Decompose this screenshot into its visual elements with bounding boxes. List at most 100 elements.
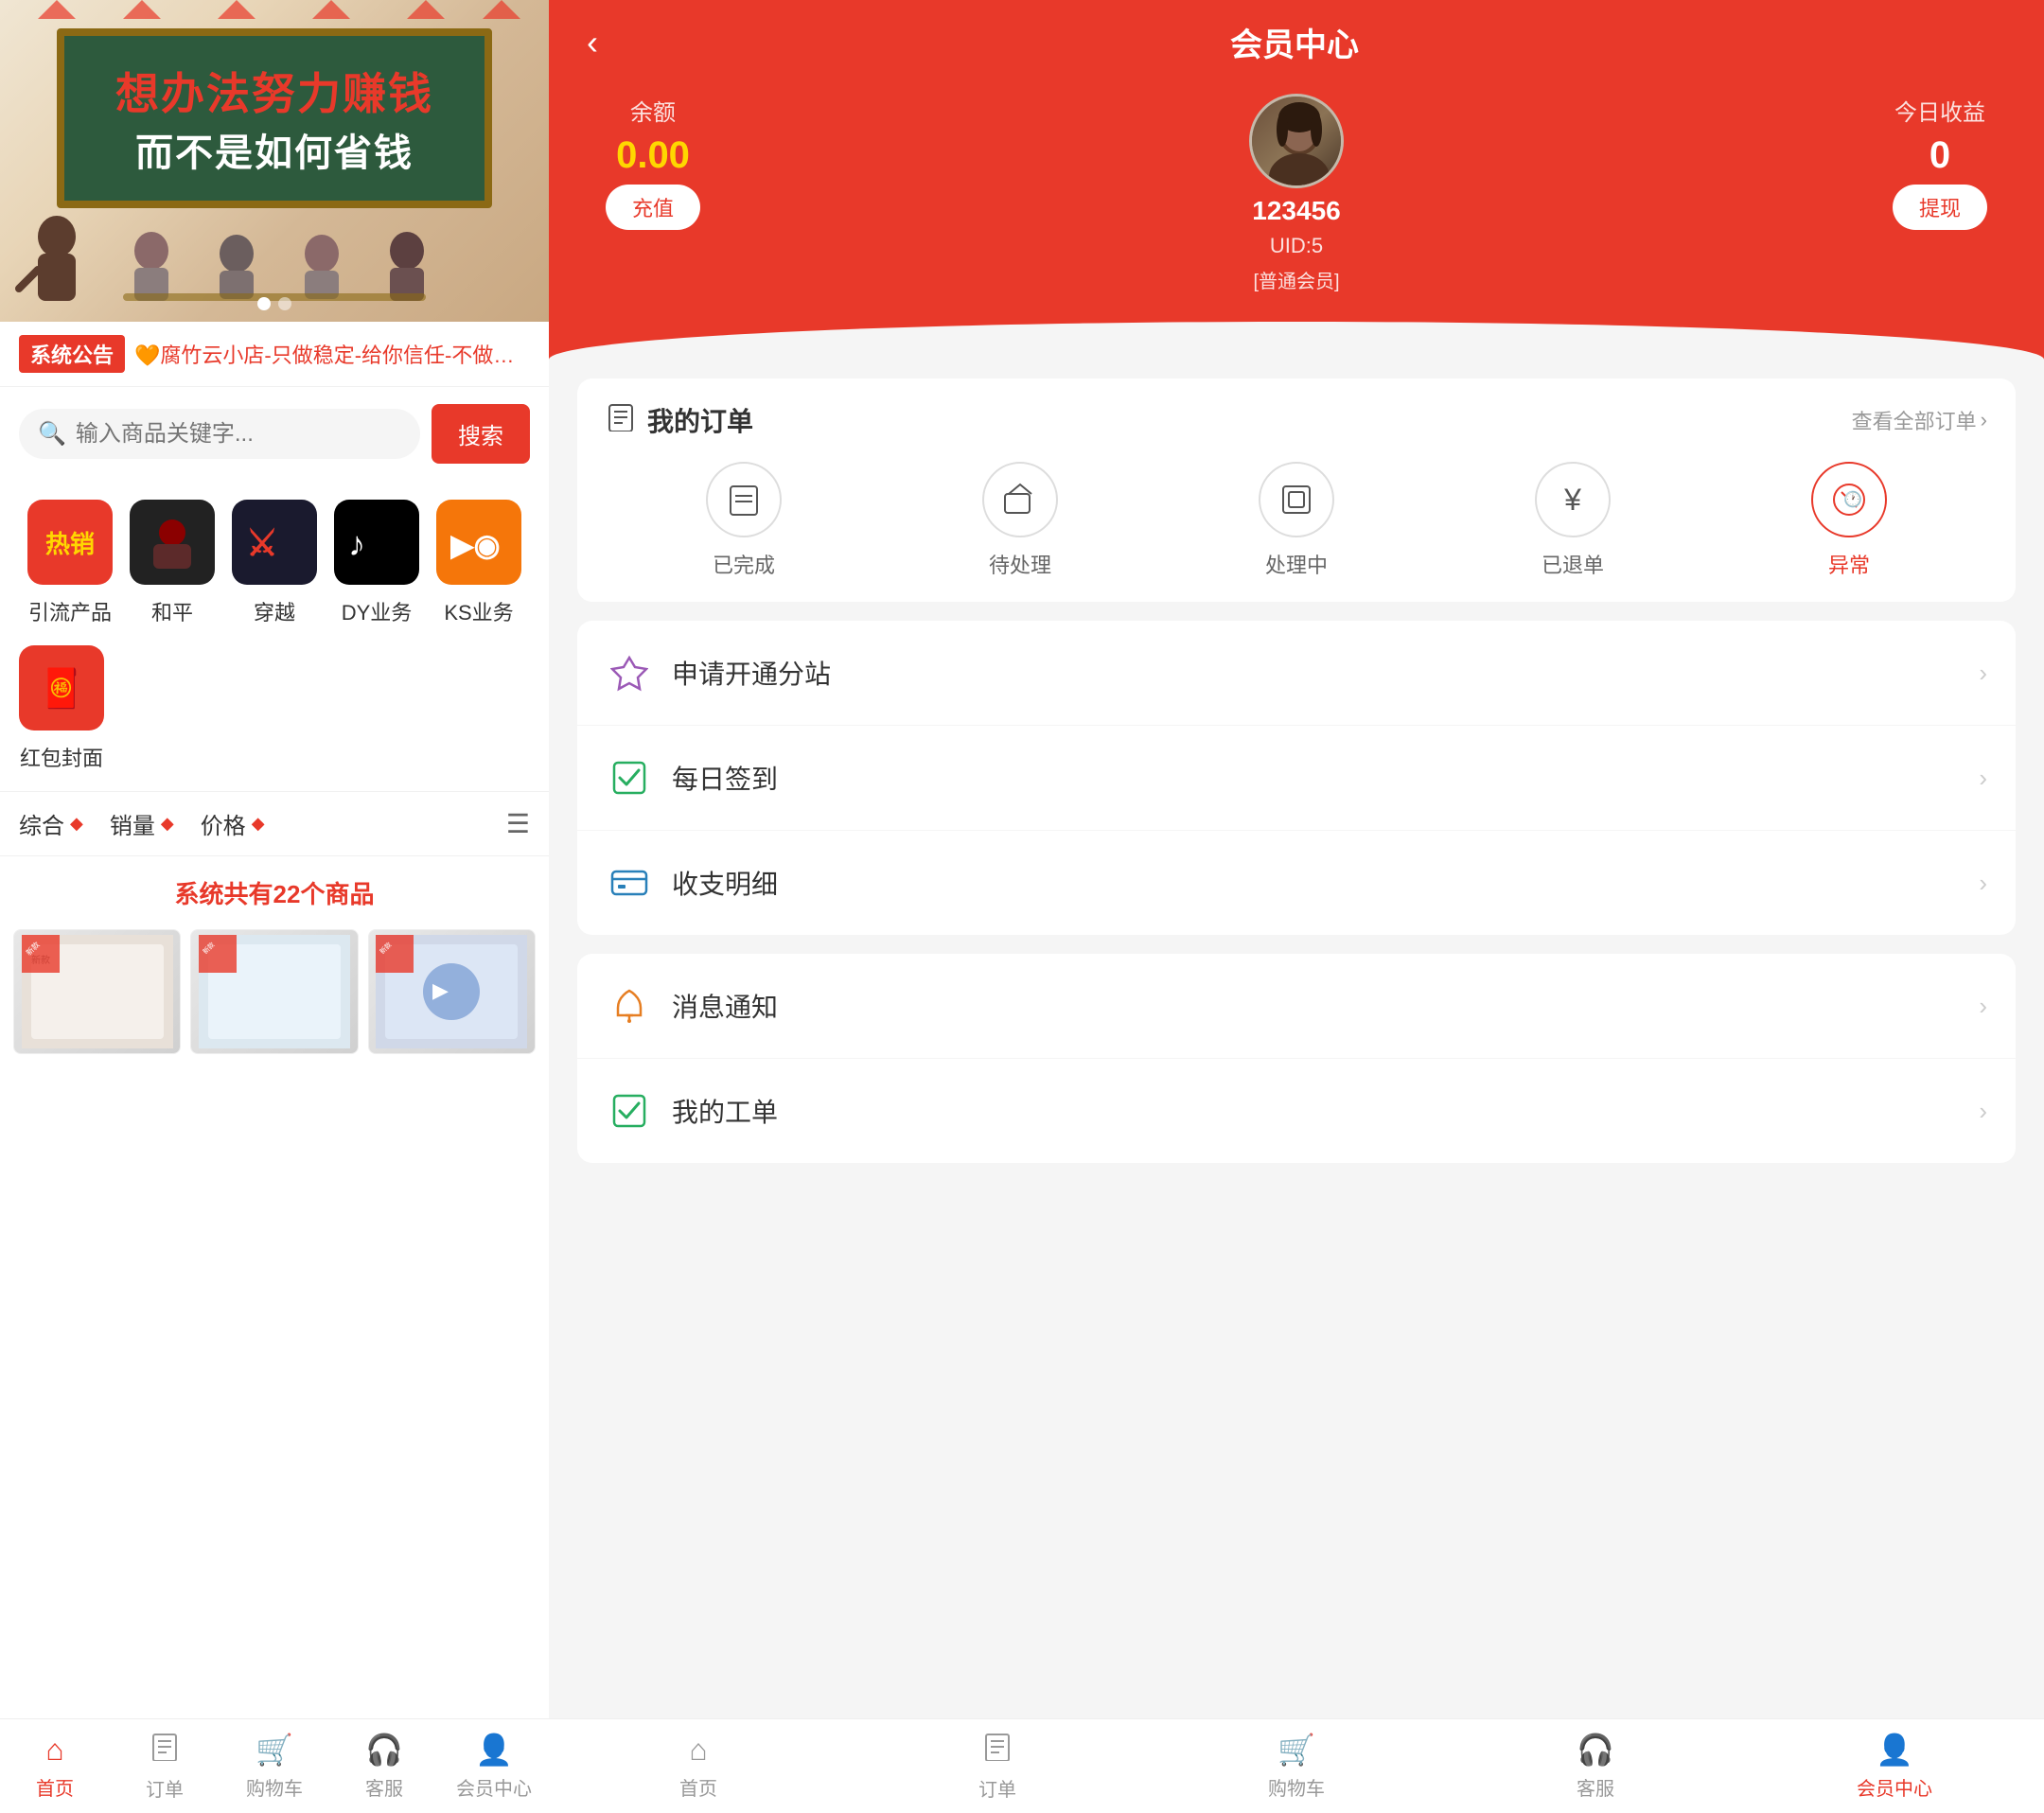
product-card-2[interactable]: ▶ 新款	[368, 929, 536, 1054]
orders-section: 我的订单 查看全部订单 › 已完成	[577, 378, 2016, 602]
search-button[interactable]: 搜索	[432, 404, 530, 464]
notice-bar: 系统公告 🧡腐竹云小店-只做稳定-给你信任-不做跑路狗-售后稳定🧡	[0, 322, 549, 387]
svg-text:▶◉: ▶◉	[450, 528, 501, 562]
rnav-item-orders[interactable]: 订单	[848, 1719, 1147, 1813]
view-all-arrow: ›	[1981, 408, 1987, 432]
nav-item-member[interactable]: 👤 会员中心	[439, 1719, 549, 1813]
menu-item-workorder[interactable]: 我的工单 ›	[577, 1059, 2016, 1163]
back-button[interactable]: ‹	[587, 23, 598, 62]
notifications-arrow: ›	[1979, 992, 1987, 1021]
search-bar: 🔍 搜索	[0, 387, 549, 481]
user-info-row: 余额 0.00 充值	[587, 84, 2006, 303]
nav-item-cart[interactable]: 🛒 购物车	[220, 1719, 329, 1813]
menu-item-transactions[interactable]: 收支明细 ›	[577, 831, 2016, 935]
withdraw-button[interactable]: 提现	[1893, 185, 1987, 230]
rnav-orders-icon	[982, 1731, 1013, 1769]
transactions-label: 收支明细	[672, 864, 1979, 902]
right-bottom-nav: ⌂ 首页 订单 🛒 购物车 🎧 客服 👤 会员中心	[549, 1718, 2044, 1813]
nav-label-cart: 购物车	[246, 1773, 303, 1801]
category-item-4[interactable]: ▶◉ KS业务	[428, 500, 530, 626]
rnav-item-cart[interactable]: 🛒 购物车	[1147, 1719, 1446, 1813]
view-all-text: 查看全部订单	[1852, 405, 1977, 435]
category-item-2[interactable]: ⚔ 穿越	[223, 500, 326, 626]
sort-item-0[interactable]: 综合 ◆	[19, 807, 110, 840]
svg-text:♪: ♪	[348, 524, 365, 563]
banner-dot-2[interactable]	[278, 297, 291, 310]
menu-item-notifications[interactable]: 消息通知 ›	[577, 954, 2016, 1059]
service-icon: 🎧	[365, 1732, 403, 1768]
category-item-1[interactable]: 和平	[121, 500, 223, 626]
order-icon-refunded[interactable]: ¥ 已退单	[1535, 462, 1611, 579]
order-label-abnormal: 异常	[1828, 549, 1870, 579]
product-img-0: 新款 新款	[14, 930, 180, 1053]
category-row: 热销 引流产品 和平 ⚔ 穿越 ♪ DY业务 ▶◉ KS业务	[0, 481, 549, 636]
category-item-0[interactable]: 热销 引流产品	[19, 500, 121, 626]
order-label-pending: 待处理	[989, 549, 1051, 579]
nav-item-home[interactable]: ⌂ 首页	[0, 1719, 110, 1813]
banner-dots	[257, 297, 291, 310]
search-input[interactable]	[76, 421, 401, 448]
menu-section-2: 消息通知 › 我的工单 ›	[577, 954, 2016, 1163]
rnav-member-icon: 👤	[1876, 1732, 1913, 1768]
notifications-icon	[606, 982, 653, 1030]
earnings-section: 今日收益 0 提现	[1893, 94, 1987, 230]
menu-item-subsite[interactable]: 申请开通分站 ›	[577, 621, 2016, 726]
category-label-0: 引流产品	[28, 596, 112, 626]
products-header: 系统共有22个商品	[0, 856, 549, 929]
rnav-item-service[interactable]: 🎧 客服	[1446, 1719, 1745, 1813]
sort-diamond-2: ◆	[252, 814, 265, 834]
cart-icon: 🛒	[256, 1732, 293, 1768]
view-all-orders[interactable]: 查看全部订单 ›	[1852, 405, 1987, 435]
rnav-item-home[interactable]: ⌂ 首页	[549, 1719, 848, 1813]
order-icon-completed[interactable]: 已完成	[706, 462, 782, 579]
svg-text:▶: ▶	[432, 978, 449, 1002]
signin-label: 每日签到	[672, 759, 1979, 797]
category-item-3[interactable]: ♪ DY业务	[326, 500, 428, 626]
banner-text-1: 想办法努力赚钱	[115, 60, 433, 122]
svg-text:🕐: 🕐	[1843, 490, 1862, 508]
left-bottom-nav: ⌂ 首页 订单 🛒 购物车 🎧 客服 👤 会员中心	[0, 1718, 549, 1813]
workorder-icon	[606, 1087, 653, 1135]
sort-item-2[interactable]: 价格 ◆	[201, 807, 291, 840]
recharge-button[interactable]: 充值	[606, 185, 700, 230]
sort-label-2: 价格	[201, 807, 246, 840]
notice-text: 🧡腐竹云小店-只做稳定-给你信任-不做跑路狗-售后稳定🧡	[134, 339, 530, 369]
menu-item-signin[interactable]: 每日签到 ›	[577, 726, 2016, 831]
section-header: 我的订单 查看全部订单 ›	[606, 401, 1987, 439]
nav-item-service[interactable]: 🎧 客服	[329, 1719, 439, 1813]
left-panel: 想办法努力赚钱 而不是如何省钱	[0, 0, 549, 1813]
user-center-section: 123456 UID:5 [普通会员]	[1249, 94, 1344, 293]
category-icon-0: 热销	[27, 500, 113, 585]
content-scroll[interactable]: 我的订单 查看全部订单 › 已完成	[549, 360, 2044, 1813]
nav-label-member-left: 会员中心	[456, 1773, 532, 1801]
category-label-1: 和平	[151, 596, 193, 626]
sort-label-1: 销量	[110, 807, 155, 840]
red-envelope-icon: 🧧	[19, 645, 104, 730]
product-card-0[interactable]: 新款 新款	[13, 929, 181, 1054]
category-icon-4: ▶◉	[436, 500, 521, 585]
workorder-arrow: ›	[1979, 1097, 1987, 1126]
category-item-hongbao[interactable]: 🧧 红包封面	[19, 645, 104, 772]
sort-list-icon[interactable]: ☰	[506, 808, 530, 839]
search-input-wrap[interactable]: 🔍	[19, 409, 420, 459]
avatar	[1249, 94, 1344, 188]
category-label-2: 穿越	[254, 596, 295, 626]
subsite-icon	[606, 649, 653, 696]
order-circle-processing	[1259, 462, 1334, 537]
order-circle-abnormal: 🕐	[1811, 462, 1887, 537]
yen-icon: ¥	[1564, 483, 1581, 518]
order-icon-pending[interactable]: 待处理	[982, 462, 1058, 579]
sort-item-1[interactable]: 销量 ◆	[110, 807, 201, 840]
order-icon-processing[interactable]: 处理中	[1259, 462, 1334, 579]
order-icon-abnormal[interactable]: 🕐 异常	[1811, 462, 1887, 579]
rnav-home-label: 首页	[679, 1773, 717, 1801]
nav-item-orders[interactable]: 订单	[110, 1719, 220, 1813]
balance-label: 余额	[630, 94, 676, 127]
rnav-home-icon: ⌂	[689, 1733, 707, 1768]
order-label-processing: 处理中	[1265, 549, 1328, 579]
banner-dot-1[interactable]	[257, 297, 271, 310]
rnav-item-member[interactable]: 👤 会员中心	[1745, 1719, 2044, 1813]
product-card-1[interactable]: 新款	[190, 929, 358, 1054]
signin-arrow: ›	[1979, 764, 1987, 793]
category-icon-3: ♪	[334, 500, 419, 585]
